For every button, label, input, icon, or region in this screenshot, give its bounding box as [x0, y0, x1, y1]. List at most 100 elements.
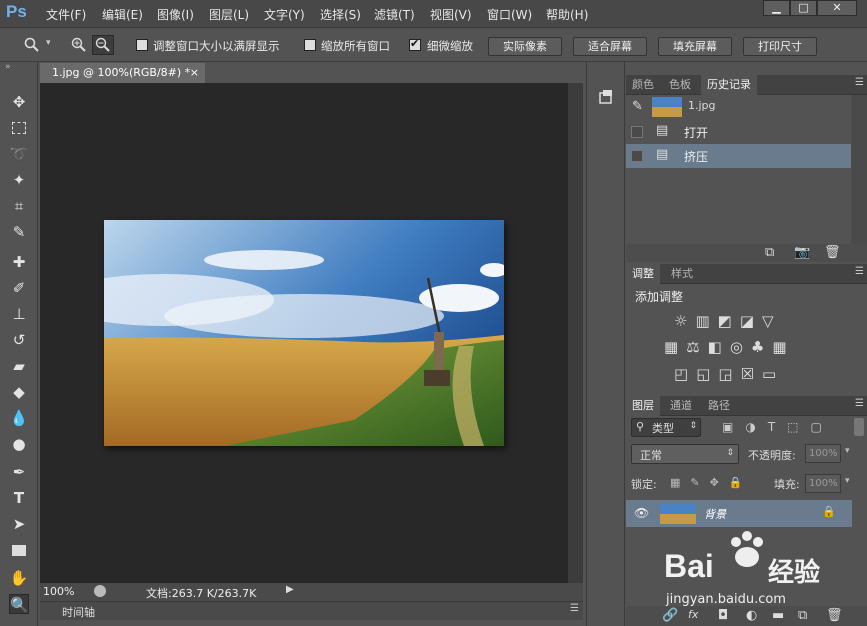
menu-help[interactable]: 帮助(H)	[546, 6, 588, 23]
canvas-area[interactable]	[40, 83, 568, 583]
menu-layer[interactable]: 图层(L)	[209, 6, 249, 23]
document-tab[interactable]: 1.jpg @ 100%(RGB/8#) * ×	[40, 63, 205, 83]
opacity-input[interactable]: 100%	[805, 444, 841, 463]
history-snapshot[interactable]: ✎ 1.jpg	[626, 95, 851, 119]
lock-position-icon[interactable]: ✥	[710, 476, 729, 489]
color-balance-icon[interactable]: ⚖	[686, 338, 707, 356]
lock-transparency-icon[interactable]: ▦	[670, 476, 690, 489]
trash-icon[interactable]: 🗑	[824, 245, 841, 260]
history-checkbox[interactable]	[631, 150, 643, 162]
visibility-eye-icon[interactable]: 👁	[634, 506, 649, 520]
close-button[interactable]: ✕	[817, 0, 857, 16]
new-document-from-state-icon[interactable]: ⧉	[765, 245, 774, 260]
fill-input[interactable]: 100%	[805, 474, 841, 493]
type-tool-icon[interactable]: T	[9, 488, 29, 508]
menu-image[interactable]: 图像(I)	[157, 6, 194, 23]
history-item-selected[interactable]: ▤ 挤压	[626, 144, 851, 168]
panel-menu-icon[interactable]: ☰	[855, 398, 864, 409]
history-item[interactable]: ▤ 打开	[626, 120, 851, 144]
zoom-level[interactable]: 100%	[43, 585, 74, 598]
print-size-button[interactable]: 打印尺寸	[743, 37, 817, 56]
filter-toggle[interactable]	[854, 418, 864, 436]
eraser-tool-icon[interactable]: ▰	[9, 356, 29, 376]
history-scrollbar[interactable]	[851, 95, 867, 245]
posterize-icon[interactable]: ◱	[696, 365, 718, 383]
adjustment-filter-icon[interactable]: ◑	[745, 420, 767, 434]
tab-swatches[interactable]: 色板	[663, 75, 697, 95]
hue-saturation-icon[interactable]: ▦	[664, 338, 686, 356]
marquee-tool-icon[interactable]	[9, 118, 29, 138]
brightness-icon[interactable]: ☼	[674, 312, 695, 330]
fit-screen-button[interactable]: 适合屏幕	[573, 37, 647, 56]
clone-stamp-tool-icon[interactable]: ⊥	[9, 304, 29, 324]
menu-view[interactable]: 视图(V)	[430, 6, 472, 23]
layer-name[interactable]: 背景	[704, 506, 726, 522]
menu-type[interactable]: 文字(Y)	[264, 6, 305, 23]
vibrance-icon[interactable]: ▽	[762, 312, 782, 330]
layer-row-background[interactable]: 👁 背景 🔒	[626, 500, 852, 527]
gradient-map-icon[interactable]: ▭	[762, 365, 784, 383]
brush-tool-icon[interactable]: ✐	[9, 278, 29, 298]
vertical-scrollbar[interactable]	[568, 83, 583, 583]
zoom-all-windows-checkbox[interactable]	[304, 39, 316, 51]
minimize-button[interactable]: ▁	[763, 0, 790, 16]
panel-menu-icon[interactable]: ☰	[855, 77, 864, 88]
opacity-slider-chevron-icon[interactable]: ▾	[845, 446, 850, 456]
healing-brush-tool-icon[interactable]: ✚	[9, 252, 29, 272]
history-brush-tool-icon[interactable]: ↺	[9, 330, 29, 350]
smart-object-filter-icon[interactable]: ▢	[811, 420, 834, 434]
magic-wand-tool-icon[interactable]: ✦	[9, 170, 29, 190]
eyedropper-tool-icon[interactable]: ✎	[9, 222, 29, 242]
menu-filter[interactable]: 滤镜(T)	[374, 6, 415, 23]
tab-adjustments[interactable]: 调整	[626, 264, 660, 284]
photo-filter-icon[interactable]: ◎	[730, 338, 751, 356]
blend-mode-select[interactable]: 正常 ⇕	[631, 444, 739, 464]
collapse-chevron-icon[interactable]: »	[5, 62, 11, 72]
menu-window[interactable]: 窗口(W)	[487, 6, 532, 23]
zoom-in-icon[interactable]	[71, 37, 87, 53]
rectangle-tool-icon[interactable]	[9, 540, 29, 560]
menu-edit[interactable]: 编辑(E)	[102, 6, 143, 23]
close-tab-icon[interactable]: ×	[190, 63, 199, 83]
tab-paths[interactable]: 路径	[702, 396, 736, 416]
blur-tool-icon[interactable]: 💧	[9, 408, 29, 428]
actual-pixels-button[interactable]: 实际像素	[488, 37, 562, 56]
status-menu-arrow-icon[interactable]: ▶	[286, 584, 294, 595]
path-selection-tool-icon[interactable]: ➤	[9, 514, 29, 534]
scrubby-zoom-checkbox[interactable]	[409, 37, 421, 51]
panel-menu-icon[interactable]: ☰	[570, 603, 579, 614]
threshold-icon[interactable]: ◲	[718, 365, 740, 383]
hand-tool-icon[interactable]: ✋	[9, 568, 29, 588]
selective-color-icon[interactable]: ☒	[741, 365, 762, 383]
menu-select[interactable]: 选择(S)	[320, 6, 361, 23]
dodge-tool-icon[interactable]: ●	[9, 434, 29, 454]
invert-icon[interactable]: ◰	[674, 365, 696, 383]
fill-slider-chevron-icon[interactable]: ▾	[845, 476, 850, 486]
exposure-icon[interactable]: ◪	[740, 312, 762, 330]
menu-file[interactable]: 文件(F)	[46, 6, 86, 23]
pixel-filter-icon[interactable]: ▣	[722, 420, 745, 434]
tab-channels[interactable]: 通道	[664, 396, 698, 416]
timeline-label[interactable]: 时间轴	[62, 604, 95, 620]
status-info-icon[interactable]	[94, 585, 106, 597]
channel-mixer-icon[interactable]: ♣	[751, 338, 772, 356]
lock-pixels-icon[interactable]: ✎	[690, 476, 709, 489]
history-checkbox[interactable]	[631, 126, 643, 138]
tab-color[interactable]: 颜色	[626, 75, 660, 95]
source-brush-icon[interactable]: ✎	[632, 99, 643, 114]
panel-menu-icon[interactable]: ☰	[855, 266, 864, 277]
history-snapshot-icon[interactable]	[598, 89, 614, 105]
levels-icon[interactable]: ▥	[695, 312, 717, 330]
curves-icon[interactable]: ◩	[718, 312, 740, 330]
tool-preset-chevron-icon[interactable]: ▾	[46, 38, 51, 48]
color-lookup-icon[interactable]: ▦	[772, 338, 794, 356]
lasso-tool-icon[interactable]: ➰	[9, 144, 29, 164]
tab-styles[interactable]: 样式	[665, 264, 699, 284]
tab-layers[interactable]: 图层	[626, 396, 660, 416]
fill-screen-button[interactable]: 填充屏幕	[658, 37, 732, 56]
black-white-icon[interactable]: ◧	[708, 338, 730, 356]
paint-bucket-tool-icon[interactable]: ◆	[9, 382, 29, 402]
restore-button[interactable]: □	[790, 0, 817, 16]
type-filter-icon[interactable]: T	[768, 420, 787, 434]
zoom-out-button[interactable]	[92, 35, 114, 55]
